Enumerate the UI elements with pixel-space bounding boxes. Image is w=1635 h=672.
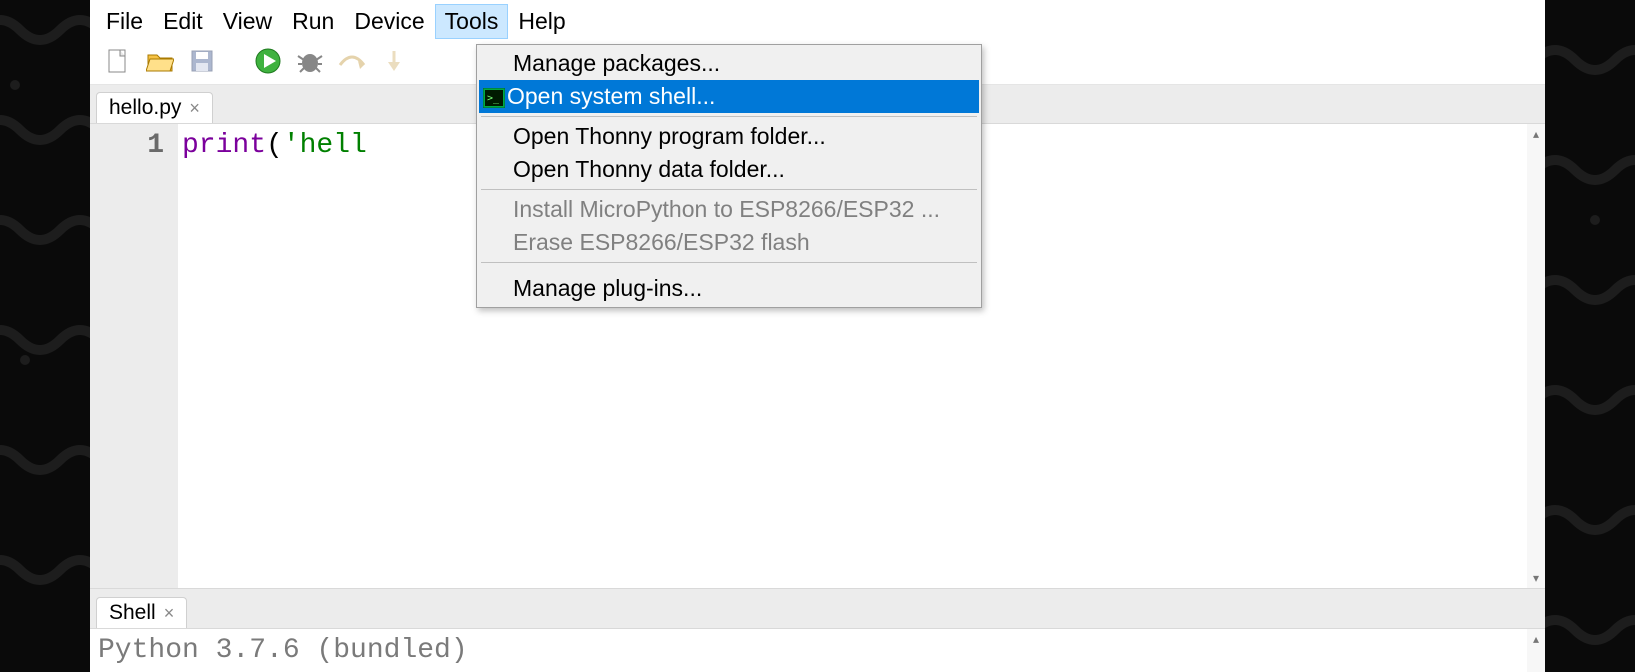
background-decor-right: [1545, 0, 1635, 672]
menu-run[interactable]: Run: [282, 4, 344, 39]
editor-tab-label: hello.py: [109, 96, 181, 120]
menubar: File Edit View Run Device Tools Help: [90, 0, 1545, 42]
menu-separator: [481, 189, 977, 190]
close-tab-icon[interactable]: ×: [189, 98, 200, 119]
scroll-up-icon[interactable]: ▴: [1533, 632, 1539, 646]
menu-separator: [481, 116, 977, 117]
line-number: 1: [90, 130, 164, 161]
shell-output-text[interactable]: Python 3.7.6 (bundled): [90, 629, 1527, 672]
shell-tab-label: Shell: [109, 601, 156, 625]
line-gutter: 1: [90, 124, 178, 588]
menu-help[interactable]: Help: [508, 4, 575, 39]
open-file-icon[interactable]: [146, 47, 174, 75]
menu-edit[interactable]: Edit: [153, 4, 213, 39]
step-into-icon[interactable]: [380, 47, 408, 75]
shell-tab[interactable]: Shell ×: [96, 597, 187, 628]
menu-open-program-folder[interactable]: Open Thonny program folder...: [479, 120, 979, 153]
menu-view[interactable]: View: [213, 4, 282, 39]
menu-device[interactable]: Device: [344, 4, 434, 39]
debug-icon[interactable]: [296, 47, 324, 75]
menu-install-micropython: Install MicroPython to ESP8266/ESP32 ...: [479, 193, 979, 226]
shell-tabbar: Shell ×: [90, 589, 1545, 629]
app-window: File Edit View Run Device Tools Help: [90, 0, 1545, 672]
tools-dropdown: Manage packages... >_ Open system shell.…: [476, 44, 982, 308]
step-over-icon[interactable]: [338, 47, 366, 75]
background-decor-left: [0, 0, 90, 672]
new-file-icon[interactable]: [104, 47, 132, 75]
terminal-icon: >_: [483, 87, 505, 107]
menu-tools[interactable]: Tools: [435, 4, 509, 39]
svg-text:>_: >_: [487, 93, 500, 104]
menu-erase-flash: Erase ESP8266/ESP32 flash: [479, 226, 979, 259]
menu-open-system-shell[interactable]: >_ Open system shell...: [479, 80, 979, 113]
shell-scrollbar[interactable]: ▴: [1527, 629, 1545, 672]
shell-panel: Python 3.7.6 (bundled) ▴: [90, 629, 1545, 672]
save-file-icon[interactable]: [188, 47, 216, 75]
menu-open-data-folder[interactable]: Open Thonny data folder...: [479, 153, 979, 186]
editor-scrollbar[interactable]: ▴ ▾: [1527, 124, 1545, 588]
menu-options[interactable]: Manage plug-ins...: [479, 272, 979, 305]
scroll-down-icon[interactable]: ▾: [1533, 571, 1539, 585]
editor-tab[interactable]: hello.py ×: [96, 92, 213, 123]
scroll-up-icon[interactable]: ▴: [1533, 127, 1539, 141]
menu-manage-packages[interactable]: Manage packages...: [479, 47, 979, 80]
run-icon[interactable]: [254, 47, 282, 75]
menu-file[interactable]: File: [96, 4, 153, 39]
close-shell-tab-icon[interactable]: ×: [164, 603, 175, 624]
menu-separator: [481, 262, 977, 263]
